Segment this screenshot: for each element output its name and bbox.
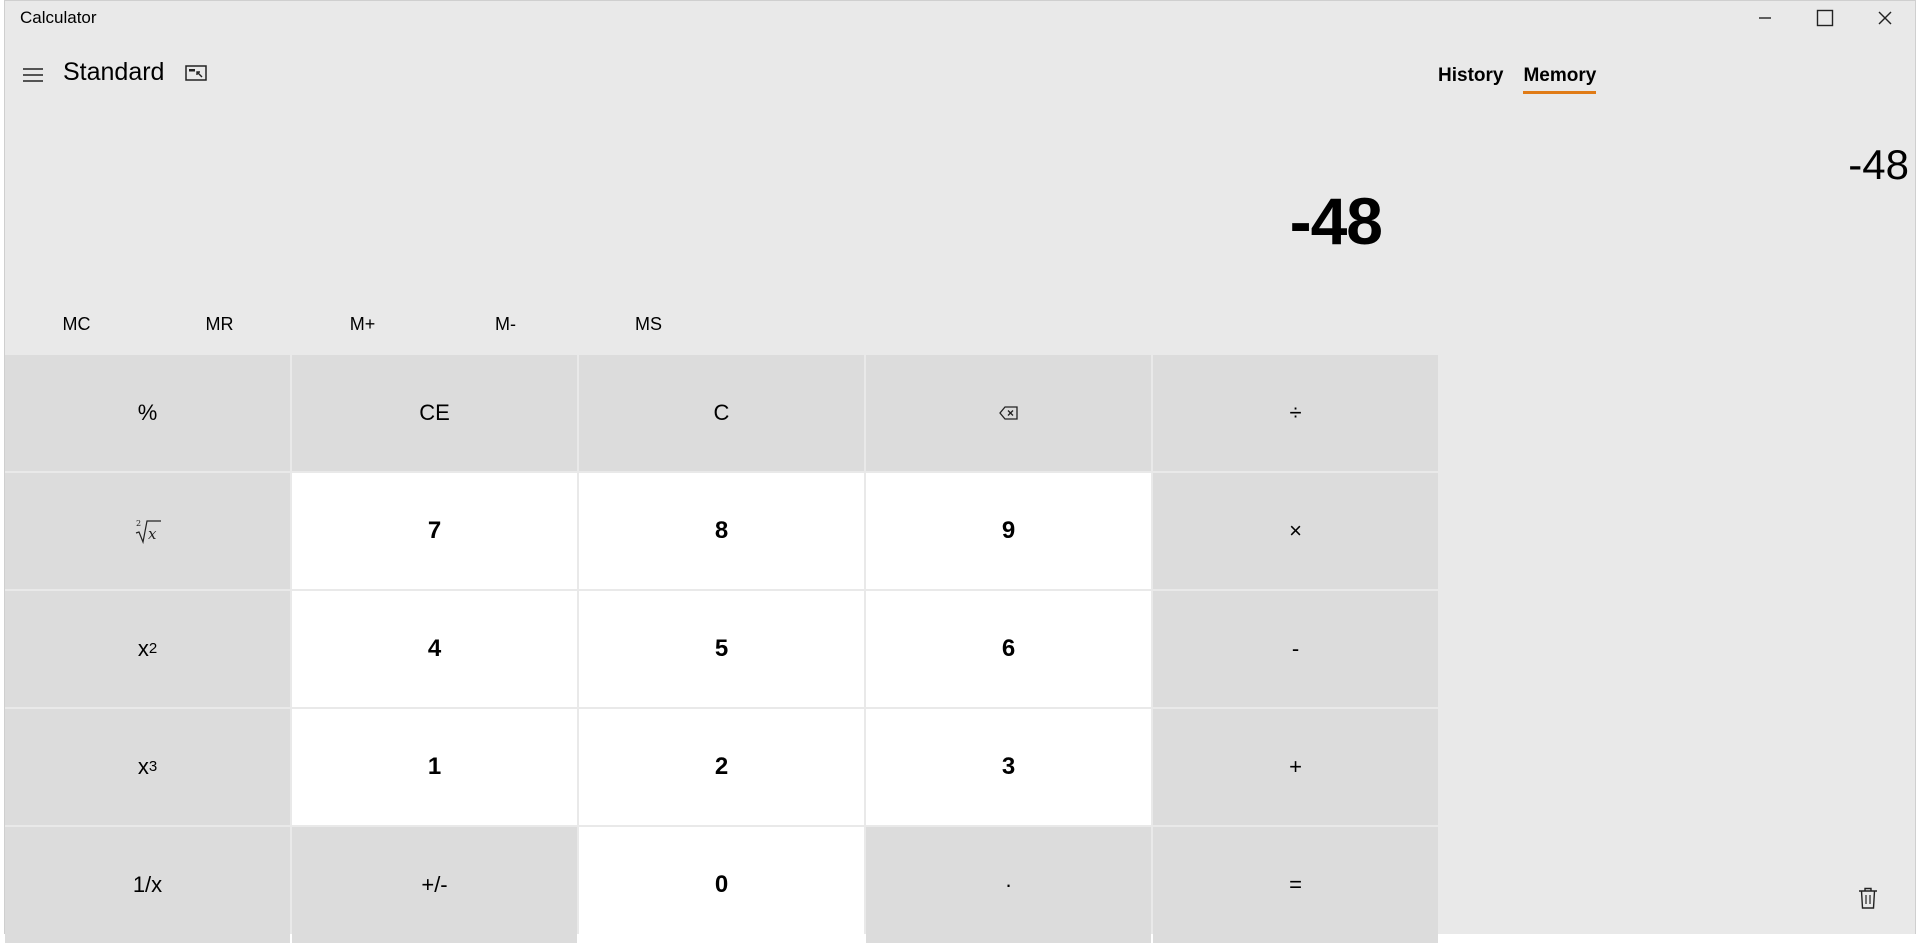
divide-button[interactable]: ÷ <box>1153 355 1438 471</box>
subtract-button[interactable]: - <box>1153 591 1438 707</box>
memory-clear-button[interactable]: MC <box>5 307 148 341</box>
square-base-label: x <box>137 636 149 661</box>
digit-8-button[interactable]: 8 <box>579 473 864 589</box>
memory-recall-button[interactable]: MR <box>148 307 291 341</box>
add-button[interactable]: + <box>1153 709 1438 825</box>
close-button[interactable] <box>1855 1 1915 35</box>
digit-7-button[interactable]: 7 <box>292 473 577 589</box>
equals-button[interactable]: = <box>1153 827 1438 943</box>
memory-list-item[interactable]: -48 <box>1848 141 1909 189</box>
panel-tabs: History Memory <box>1438 65 1597 94</box>
mode-title: Standard <box>63 58 165 86</box>
digit-5-button[interactable]: 5 <box>579 591 864 707</box>
clear-entry-button[interactable]: CE <box>292 355 577 471</box>
result-display: -48 <box>1289 184 1383 258</box>
minimize-button[interactable] <box>1735 1 1795 35</box>
memory-store-button[interactable]: MS <box>577 307 720 341</box>
digit-9-button[interactable]: 9 <box>866 473 1151 589</box>
negate-button[interactable]: +/- <box>292 827 577 943</box>
digit-0-button[interactable]: 0 <box>579 827 864 943</box>
window-controls <box>1735 1 1915 35</box>
memory-subtract-button[interactable]: M- <box>434 307 577 341</box>
close-icon <box>1878 11 1892 25</box>
trash-icon[interactable] <box>1857 886 1879 910</box>
minimize-icon <box>1759 17 1771 19</box>
cube-base-label: x <box>137 754 149 779</box>
square-exponent-label: 2 <box>148 639 158 657</box>
maximize-icon <box>1816 9 1834 27</box>
cube-exponent-label: 3 <box>148 757 158 775</box>
percent-button[interactable]: % <box>5 355 290 471</box>
title-bar: Calculator <box>5 1 1915 35</box>
app-title: Calculator <box>20 8 97 27</box>
tab-history[interactable]: History <box>1438 65 1503 94</box>
backspace-button[interactable] <box>866 355 1151 471</box>
decimal-button[interactable]: · <box>866 827 1151 943</box>
digit-4-button[interactable]: 4 <box>292 591 577 707</box>
svg-text:x: x <box>148 525 157 543</box>
digit-3-button[interactable]: 3 <box>866 709 1151 825</box>
memory-add-button[interactable]: M+ <box>291 307 434 341</box>
keep-on-top-icon[interactable] <box>184 63 208 83</box>
reciprocal-button[interactable]: 1/x <box>5 827 290 943</box>
square-root-icon: 2 x <box>135 519 161 545</box>
digit-1-button[interactable]: 1 <box>292 709 577 825</box>
multiply-button[interactable]: × <box>1153 473 1438 589</box>
square-root-button[interactable]: 2 x <box>5 473 290 589</box>
tab-memory[interactable]: Memory <box>1523 65 1597 94</box>
svg-text:2: 2 <box>136 519 141 528</box>
clear-button[interactable]: C <box>579 355 864 471</box>
hamburger-icon[interactable] <box>21 63 45 87</box>
maximize-button[interactable] <box>1795 1 1855 35</box>
backspace-icon <box>998 406 1018 420</box>
digit-6-button[interactable]: 6 <box>866 591 1151 707</box>
keypad: % CE C ÷ 2 x 7 8 9 × x2 4 5 6 - x 3 1 2 … <box>5 355 1438 943</box>
memory-button-row: MC MR M+ M- MS <box>5 307 725 341</box>
calculator-window: Calculator Standard -48 MC MR M+ M- MS %… <box>4 0 1916 943</box>
square-button[interactable]: x2 <box>5 591 290 707</box>
cube-button[interactable]: x3 <box>5 709 290 825</box>
digit-2-button[interactable]: 2 <box>579 709 864 825</box>
